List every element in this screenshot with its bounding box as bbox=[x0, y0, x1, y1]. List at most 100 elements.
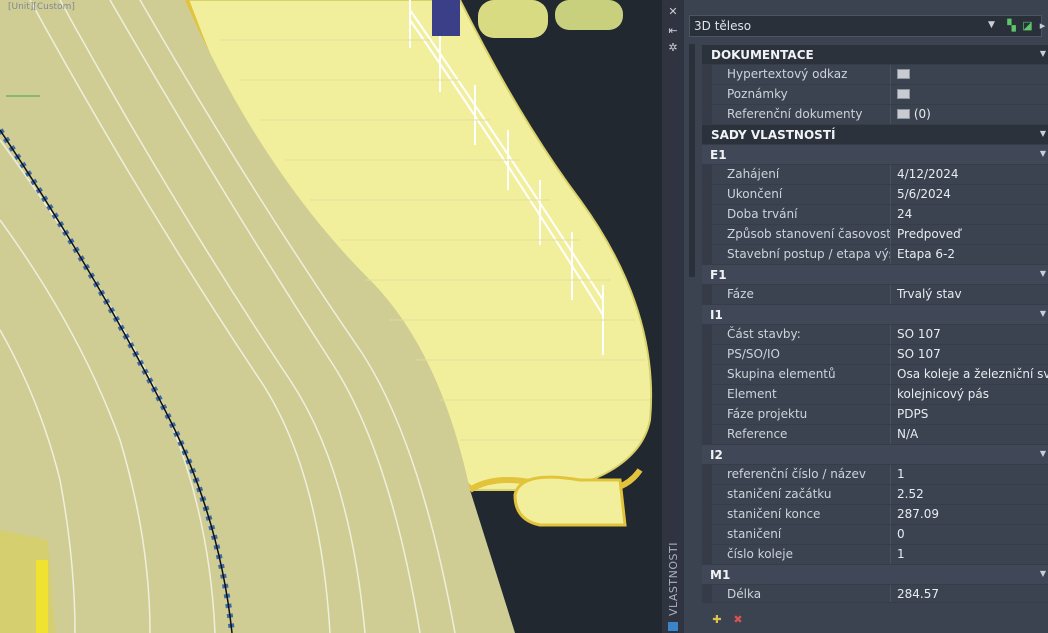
property-label: staničení konce bbox=[702, 505, 890, 524]
property-row[interactable]: staničení začátku 2.52 bbox=[702, 485, 1048, 505]
group-header[interactable]: M1 ▼ bbox=[702, 565, 1048, 585]
property-label: číslo koleje bbox=[702, 545, 890, 564]
property-value[interactable]: 2.52 bbox=[890, 485, 1048, 504]
property-label: Element bbox=[702, 385, 890, 404]
property-row[interactable]: Stavební postup / etapa výst...Etapa 6-2 bbox=[702, 245, 1048, 265]
collapse-icon[interactable]: ▼ bbox=[1040, 309, 1046, 318]
properties-palette: 3D těleso ▼ ▚ ◪ ▸ DOKUMENTACE ▼ Hypertext… bbox=[684, 0, 1048, 633]
settings-icon[interactable]: ✲ bbox=[667, 42, 679, 54]
category-header[interactable]: SADY VLASTNOSTÍ ▼ bbox=[702, 125, 1048, 145]
category-header[interactable]: DOKUMENTACE ▼ bbox=[702, 45, 1048, 65]
collapse-icon[interactable]: ▼ bbox=[1040, 129, 1046, 138]
property-row[interactable]: Fáze Trvalý stav bbox=[702, 285, 1048, 305]
property-value[interactable]: 5/6/2024 bbox=[890, 185, 1048, 204]
property-label: staničení začátku bbox=[702, 485, 890, 504]
document-icon bbox=[897, 88, 910, 99]
property-row[interactable]: Skupina elementů Osa koleje a železniční … bbox=[702, 365, 1048, 385]
property-grid: DOKUMENTACE ▼ Hypertextový odkaz Poznámky… bbox=[702, 45, 1048, 603]
property-row[interactable]: staničení konce 287.09 bbox=[702, 505, 1048, 525]
property-value[interactable]: 284.57 bbox=[890, 585, 1048, 602]
column-dark bbox=[432, 0, 460, 36]
quick-select-icon[interactable]: ▸ bbox=[1036, 19, 1048, 32]
property-label: Část stavby: bbox=[702, 325, 890, 344]
toggle-pickadd-icon[interactable]: ▚ bbox=[1005, 19, 1018, 32]
auto-hide-icon[interactable]: ⇤ bbox=[667, 25, 679, 37]
property-value[interactable]: kolejnicový pás bbox=[890, 385, 1048, 404]
property-row[interactable]: Element kolejnicový pás bbox=[702, 385, 1048, 405]
property-label: Fáze projektu bbox=[702, 405, 890, 424]
group-header[interactable]: I1 ▼ bbox=[702, 305, 1048, 325]
remove-property-set-icon[interactable]: ✖ bbox=[732, 614, 744, 626]
property-label: Skupina elementů bbox=[702, 365, 890, 384]
property-value[interactable]: Osa koleje a železniční svršek bbox=[890, 365, 1048, 384]
property-value[interactable]: Etapa 6-2 bbox=[890, 245, 1048, 264]
property-label: PS/SO/IO bbox=[702, 345, 890, 364]
palette-sidebar: ✕ ⇤ ✲ VLASTNOSTI bbox=[662, 0, 685, 633]
property-value[interactable]: PDPS bbox=[890, 405, 1048, 424]
cylinder-left bbox=[478, 0, 548, 38]
viewport-title[interactable]: [Unit][Custom] bbox=[8, 2, 75, 12]
property-value[interactable]: Predpoveď bbox=[890, 225, 1048, 244]
property-row[interactable]: číslo koleje 1 bbox=[702, 545, 1048, 565]
property-row[interactable]: staničení 0 bbox=[702, 525, 1048, 545]
property-row[interactable]: Reference N/A bbox=[702, 425, 1048, 445]
property-value[interactable]: SO 107 bbox=[890, 325, 1048, 344]
property-value[interactable] bbox=[890, 65, 1048, 84]
collapse-icon[interactable]: ▼ bbox=[1040, 269, 1046, 278]
new-property-set-icon[interactable]: ✚ bbox=[711, 614, 723, 626]
chevron-down-icon[interactable]: ▼ bbox=[988, 20, 995, 30]
property-row[interactable]: Fáze projektu PDPS bbox=[702, 405, 1048, 425]
property-row[interactable]: referenční číslo / název 1 bbox=[702, 465, 1048, 485]
collapse-icon[interactable]: ▼ bbox=[1040, 569, 1046, 578]
property-label: Doba trvání bbox=[702, 205, 890, 224]
property-value[interactable]: 1 bbox=[890, 545, 1048, 564]
property-label: Ukončení bbox=[702, 185, 890, 204]
property-row[interactable]: PS/SO/IO SO 107 bbox=[702, 345, 1048, 365]
property-row[interactable]: Zahájení 4/12/2024 bbox=[702, 165, 1048, 185]
property-row[interactable]: Hypertextový odkaz bbox=[702, 65, 1048, 85]
document-icon bbox=[897, 108, 910, 119]
palette-footer: ✚ ✖ bbox=[684, 608, 1048, 633]
property-label: Délka bbox=[702, 585, 890, 602]
scroll-gutter[interactable] bbox=[689, 44, 695, 277]
property-value[interactable]: SO 107 bbox=[890, 345, 1048, 364]
property-value[interactable]: (0) bbox=[890, 105, 1048, 124]
property-value[interactable]: 24 bbox=[890, 205, 1048, 224]
select-objects-icon[interactable]: ◪ bbox=[1021, 19, 1034, 32]
group-header[interactable]: E1 ▼ bbox=[702, 145, 1048, 165]
property-value[interactable] bbox=[890, 85, 1048, 104]
property-label: Způsob stanovení časovosti bbox=[702, 225, 890, 244]
property-value[interactable]: 1 bbox=[890, 465, 1048, 484]
property-row[interactable]: Referenční dokumenty (0) bbox=[702, 105, 1048, 125]
platform-end bbox=[513, 475, 627, 527]
property-label: Zahájení bbox=[702, 165, 890, 184]
property-row[interactable]: Poznámky bbox=[702, 85, 1048, 105]
property-label: Reference bbox=[702, 425, 890, 444]
object-type-select[interactable]: 3D těleso ▼ ▚ ◪ ▸ bbox=[689, 15, 1045, 37]
property-label: Poznámky bbox=[702, 85, 890, 104]
property-row[interactable]: Doba trvání 24 bbox=[702, 205, 1048, 225]
model-viewport[interactable]: [Unit][Custom] bbox=[0, 0, 662, 633]
property-label: Stavební postup / etapa výst... bbox=[702, 245, 890, 264]
property-value[interactable]: 0 bbox=[890, 525, 1048, 544]
property-value[interactable]: 4/12/2024 bbox=[890, 165, 1048, 184]
property-value[interactable]: N/A bbox=[890, 425, 1048, 444]
cylinder-right bbox=[555, 0, 623, 30]
viewport-drawing bbox=[0, 0, 653, 633]
group-header[interactable]: I2 ▼ bbox=[702, 445, 1048, 465]
property-label: Referenční dokumenty bbox=[702, 105, 890, 124]
collapse-icon[interactable]: ▼ bbox=[1040, 449, 1046, 458]
collapse-icon[interactable]: ▼ bbox=[1040, 149, 1046, 158]
property-value[interactable]: 287.09 bbox=[890, 505, 1048, 524]
pier-edge bbox=[36, 560, 48, 633]
property-row[interactable]: Ukončení 5/6/2024 bbox=[702, 185, 1048, 205]
close-icon[interactable]: ✕ bbox=[667, 6, 679, 18]
group-header[interactable]: F1 ▼ bbox=[702, 265, 1048, 285]
object-type-value: 3D těleso bbox=[694, 19, 752, 33]
palette-icon[interactable] bbox=[668, 622, 678, 631]
collapse-icon[interactable]: ▼ bbox=[1040, 49, 1046, 58]
property-value[interactable]: Trvalý stav bbox=[890, 285, 1048, 304]
property-row[interactable]: Délka 284.57 bbox=[702, 585, 1048, 603]
property-row[interactable]: Část stavby: SO 107 bbox=[702, 325, 1048, 345]
property-row[interactable]: Způsob stanovení časovosti Predpoveď bbox=[702, 225, 1048, 245]
